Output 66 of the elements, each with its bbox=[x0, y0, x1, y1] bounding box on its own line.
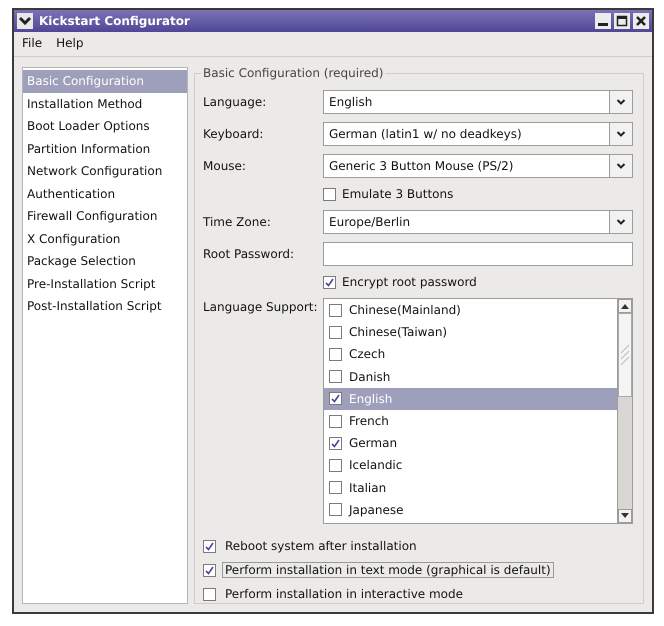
sidebar-item[interactable]: Post-Installation Script bbox=[23, 295, 187, 318]
scroll-down-icon[interactable] bbox=[618, 509, 632, 523]
list-row[interactable]: Icelandic bbox=[324, 454, 617, 476]
dropdown[interactable]: German (latin1 w/ no deadkeys) bbox=[323, 122, 633, 146]
sidebar-item[interactable]: Boot Loader Options bbox=[23, 115, 187, 138]
sidebar-item[interactable]: X Configuration bbox=[23, 228, 187, 250]
checkbox-label[interactable]: Emulate 3 Buttons bbox=[342, 187, 454, 201]
close-icon[interactable] bbox=[633, 13, 649, 29]
checkbox[interactable] bbox=[203, 564, 216, 576]
checkbox[interactable] bbox=[329, 326, 342, 339]
scroll-thumb[interactable] bbox=[618, 313, 632, 397]
checkbox[interactable] bbox=[329, 304, 342, 317]
checkbox[interactable] bbox=[329, 481, 342, 494]
sidebar-item[interactable]: Package Selection bbox=[23, 250, 187, 272]
checkbox[interactable] bbox=[329, 414, 342, 428]
menu-item[interactable]: Help bbox=[56, 36, 84, 52]
sidebar-item[interactable]: Partition Information bbox=[23, 138, 187, 160]
checkbox-label[interactable]: Encrypt root password bbox=[342, 275, 477, 289]
maximize-icon[interactable] bbox=[614, 13, 630, 29]
checkbox-label[interactable]: Perform installation in interactive mode bbox=[222, 586, 466, 602]
password-field[interactable] bbox=[323, 242, 633, 266]
checkbox[interactable] bbox=[203, 588, 216, 600]
caret-icon[interactable] bbox=[616, 98, 626, 106]
field-label: Time Zone: bbox=[203, 215, 271, 229]
sidebar-item[interactable]: Pre-Installation Script bbox=[23, 272, 187, 295]
window-title: Kickstart Configurator bbox=[39, 14, 191, 28]
checkbox[interactable] bbox=[329, 503, 342, 516]
checkbox[interactable] bbox=[329, 348, 342, 361]
caret-icon[interactable] bbox=[616, 130, 626, 138]
field-label: Keyboard: bbox=[203, 127, 264, 141]
minimize-icon[interactable] bbox=[595, 13, 611, 29]
sidebar-item[interactable]: Firewall Configuration bbox=[23, 205, 187, 228]
field-label: Root Password: bbox=[203, 247, 294, 261]
field-label: Language Support: bbox=[203, 300, 318, 314]
group-title: Basic Configuration (required) bbox=[201, 66, 386, 80]
checkbox[interactable] bbox=[203, 540, 216, 552]
caret-icon[interactable] bbox=[616, 218, 626, 226]
checkbox[interactable] bbox=[323, 188, 336, 200]
sidebar-item[interactable]: Installation Method bbox=[23, 92, 187, 115]
scrollbar[interactable] bbox=[617, 299, 632, 523]
checkbox[interactable] bbox=[329, 458, 342, 472]
field-label: Language: bbox=[203, 95, 266, 109]
list-row[interactable]: Danish bbox=[324, 366, 617, 388]
window-menu-icon[interactable] bbox=[17, 13, 33, 29]
scroll-up-icon[interactable] bbox=[618, 299, 632, 313]
field-label: Mouse: bbox=[203, 159, 246, 173]
list-row[interactable]: Japanese bbox=[324, 498, 617, 521]
list-row[interactable]: Chinese(Mainland) bbox=[324, 299, 617, 322]
list-row[interactable]: German bbox=[324, 432, 617, 454]
checkbox-label[interactable]: Perform installation in text mode (graphical is default) bbox=[222, 562, 554, 578]
caret-icon[interactable] bbox=[616, 162, 626, 170]
dropdown[interactable]: Generic 3 Button Mouse (PS/2) bbox=[323, 154, 633, 178]
checkbox[interactable] bbox=[323, 276, 336, 288]
list-row[interactable]: Czech bbox=[324, 343, 617, 366]
list-row[interactable]: French bbox=[324, 410, 617, 432]
list-row[interactable]: Italian bbox=[324, 476, 617, 499]
checkbox-label[interactable]: Reboot system after installation bbox=[222, 538, 420, 554]
dropdown[interactable]: Europe/Berlin bbox=[323, 210, 633, 234]
sidebar-item[interactable]: Authentication bbox=[23, 182, 187, 205]
dropdown[interactable]: English bbox=[323, 90, 633, 114]
menu-item[interactable]: File bbox=[22, 36, 42, 52]
checkbox[interactable] bbox=[329, 370, 342, 384]
checkbox[interactable] bbox=[329, 392, 342, 406]
sidebar-item[interactable]: Network Configuration bbox=[23, 160, 187, 182]
checkbox[interactable] bbox=[329, 436, 342, 450]
list-row[interactable]: Chinese(Taiwan) bbox=[324, 321, 617, 344]
